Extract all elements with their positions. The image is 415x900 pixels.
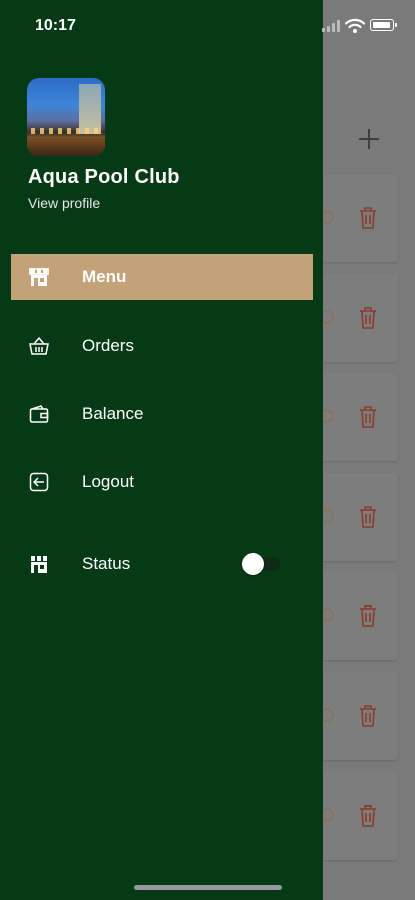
add-icon[interactable] xyxy=(356,126,382,152)
status-toggle[interactable] xyxy=(242,553,280,575)
trash-icon[interactable] xyxy=(358,405,378,429)
nav-label-orders: Orders xyxy=(82,336,134,355)
home-indicator[interactable] xyxy=(134,885,282,890)
wifi-icon xyxy=(345,18,365,33)
side-drawer: Aqua Pool Club View profile Menu Orders … xyxy=(0,0,323,900)
avatar-lights xyxy=(31,128,101,134)
view-profile-link[interactable]: View profile xyxy=(28,195,100,211)
basket-icon xyxy=(29,336,49,355)
toggle-knob xyxy=(242,553,264,575)
avatar-deck xyxy=(27,138,105,156)
status-bar: 10:17 xyxy=(0,0,415,52)
nav-item-menu[interactable]: Menu xyxy=(11,254,313,300)
nav-label-menu: Menu xyxy=(82,267,127,286)
wallet-icon xyxy=(29,405,49,423)
trash-icon[interactable] xyxy=(358,604,378,628)
nav-label-balance: Balance xyxy=(82,404,144,423)
profile-avatar[interactable] xyxy=(27,78,105,156)
trash-icon[interactable] xyxy=(358,804,378,828)
trash-icon[interactable] xyxy=(358,704,378,728)
nav-item-balance[interactable]: Balance xyxy=(11,391,313,437)
nav-item-logout[interactable]: Logout xyxy=(11,459,313,505)
logout-icon xyxy=(29,472,49,492)
avatar-building xyxy=(79,84,101,134)
nav-label-logout: Logout xyxy=(82,472,134,491)
nav-item-orders[interactable]: Orders xyxy=(11,323,313,369)
nav-label-status: Status xyxy=(82,554,131,573)
trash-icon[interactable] xyxy=(358,306,378,330)
profile-name: Aqua Pool Club xyxy=(28,166,180,188)
store-icon xyxy=(31,556,47,573)
signal-icon xyxy=(322,20,340,32)
battery-icon xyxy=(370,19,397,31)
status-time: 10:17 xyxy=(35,17,76,34)
trash-icon[interactable] xyxy=(358,206,378,230)
trash-icon[interactable] xyxy=(358,505,378,529)
store-icon xyxy=(29,268,49,286)
